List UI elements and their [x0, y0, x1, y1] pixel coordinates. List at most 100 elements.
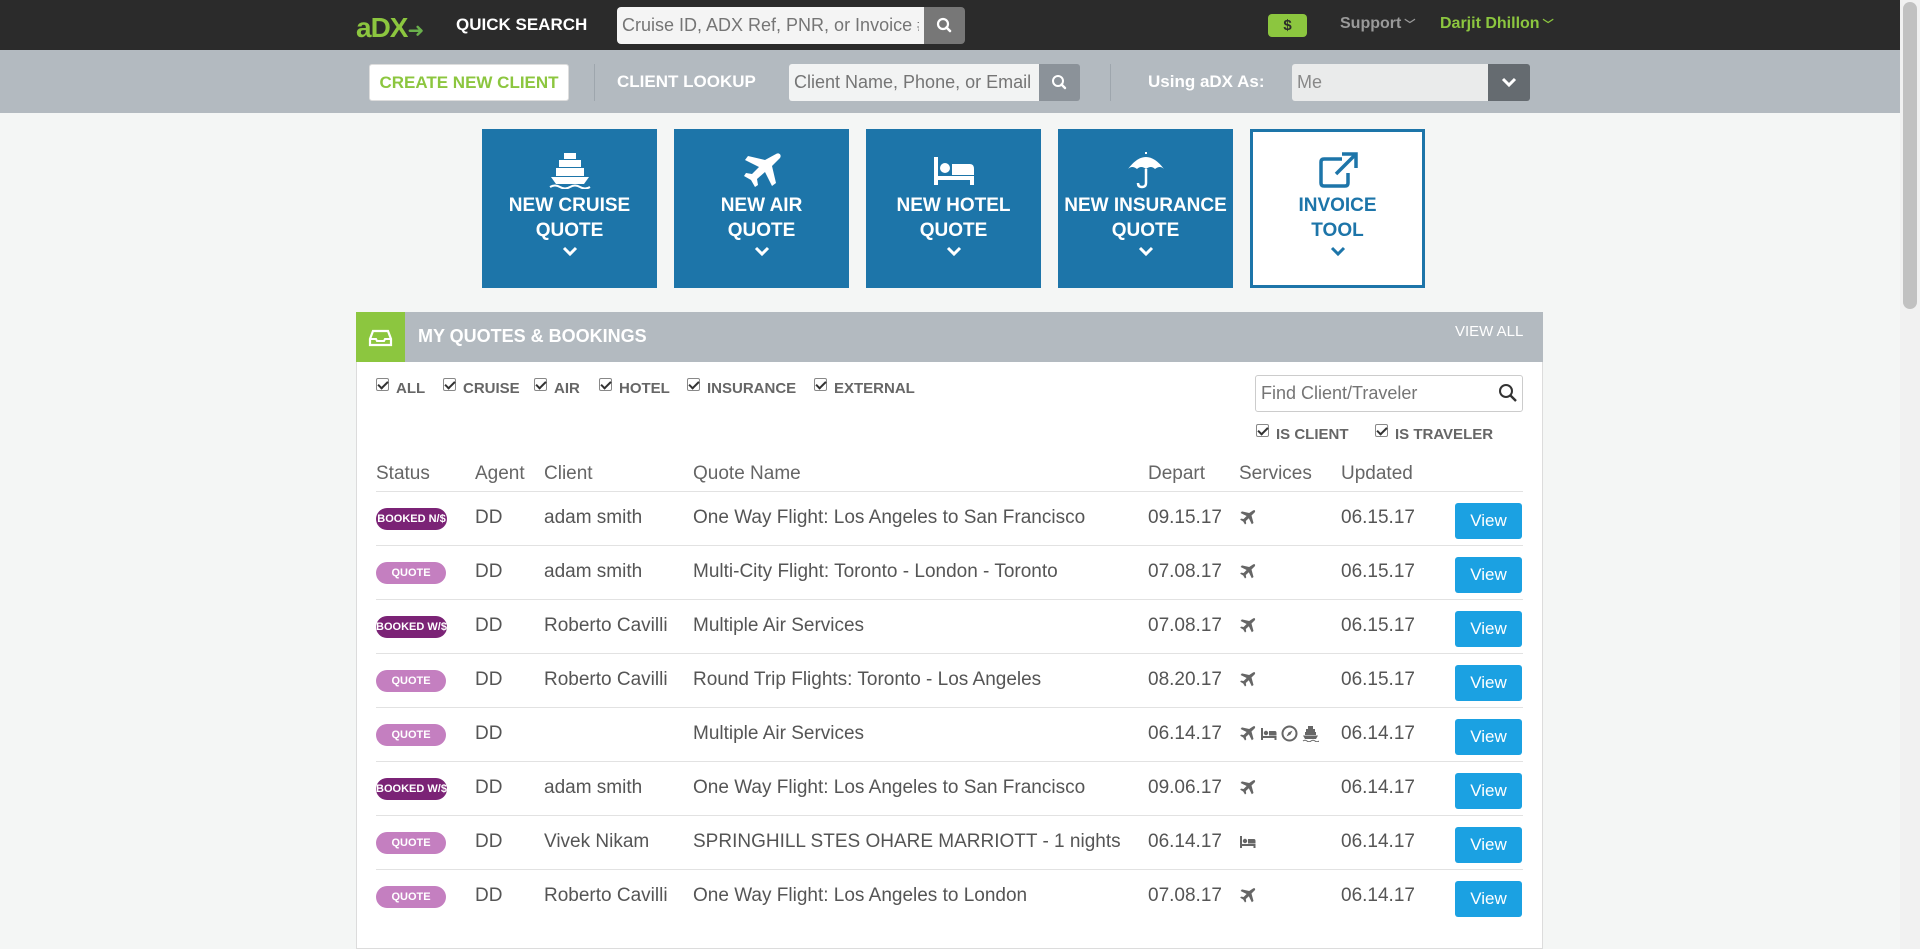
checkbox[interactable] — [443, 378, 456, 391]
adx-logo[interactable]: aDX➜ — [356, 12, 424, 44]
quote-name-cell[interactable]: Multiple Air Services — [693, 615, 864, 637]
plane-icon — [1240, 617, 1256, 632]
logo-a: a — [356, 12, 372, 43]
column-depart[interactable]: Depart — [1148, 463, 1205, 485]
agent-cell: DD — [475, 669, 503, 690]
column-updated[interactable]: Updated — [1341, 463, 1413, 485]
updated-cell: 06.15.17 — [1341, 561, 1415, 582]
new-air-quote-tile[interactable]: NEW AIR QUOTE — [674, 129, 849, 288]
quote-name-cell[interactable]: Round Trip Flights: Toronto - Los Angele… — [693, 669, 1041, 691]
filter-is-traveler[interactable]: IS TRAVELER — [1375, 424, 1494, 443]
updated-cell: 06.14.17 — [1341, 831, 1415, 852]
chevron-down-icon — [1138, 246, 1153, 257]
view-button[interactable]: View — [1455, 881, 1522, 917]
create-new-client-button[interactable]: CREATE NEW CLIENT — [369, 64, 569, 101]
row-divider — [376, 815, 1523, 816]
chevron-down-icon: ﹀ — [1542, 19, 1554, 31]
new-cruise-quote-tile[interactable]: NEW CRUISE QUOTE — [482, 129, 657, 288]
depart-cell: 09.06.17 — [1148, 777, 1222, 798]
agent-cell: DD — [475, 831, 503, 852]
services-cell — [1239, 886, 1256, 904]
quote-name-cell[interactable]: Multi-City Flight: Toronto - London - To… — [693, 561, 1058, 583]
quick-search-input[interactable] — [617, 7, 924, 44]
filter-hotel[interactable]: HOTEL — [599, 378, 670, 397]
quote-name-cell[interactable]: One Way Flight: Los Angeles to San Franc… — [693, 777, 1085, 799]
depart-cell: 07.08.17 — [1148, 885, 1222, 906]
column-client[interactable]: Client — [544, 463, 593, 485]
checkbox[interactable] — [599, 378, 612, 391]
status-badge: QUOTE — [376, 670, 446, 692]
view-button[interactable]: View — [1455, 665, 1522, 701]
quote-name-cell[interactable]: Multiple Air Services — [693, 723, 864, 745]
updated-cell: 06.15.17 — [1341, 669, 1415, 690]
using-adx-as-select[interactable]: Me — [1292, 64, 1488, 101]
column-quote-name[interactable]: Quote Name — [693, 463, 801, 485]
umbrella-icon — [1127, 152, 1164, 189]
plane-icon — [1240, 725, 1256, 740]
view-button[interactable]: View — [1455, 557, 1522, 593]
client-cell[interactable]: adam smith — [544, 777, 642, 799]
client-cell[interactable]: adam smith — [544, 507, 642, 529]
view-button[interactable]: View — [1455, 719, 1522, 755]
quote-name-cell[interactable]: One Way Flight: Los Angeles to London — [693, 885, 1027, 907]
services-cell — [1239, 562, 1256, 580]
status-badge: QUOTE — [376, 886, 446, 908]
client-cell[interactable]: Roberto Cavilli — [544, 615, 668, 637]
bed-icon — [1240, 835, 1256, 848]
support-menu[interactable]: Support ﹀ — [1340, 15, 1415, 33]
row-divider — [376, 761, 1523, 762]
row-divider — [376, 707, 1523, 708]
checkbox[interactable] — [814, 378, 827, 391]
client-cell[interactable]: Vivek Nikam — [544, 831, 649, 853]
services-cell — [1239, 832, 1256, 850]
panel-icon-box — [356, 312, 405, 362]
view-button[interactable]: View — [1455, 827, 1522, 863]
filter-air[interactable]: AIR — [534, 378, 580, 397]
checkbox[interactable] — [1256, 424, 1269, 437]
user-menu[interactable]: Darjit Dhillon ﹀ — [1440, 15, 1554, 33]
filter-is-client[interactable]: IS CLIENT — [1256, 424, 1349, 443]
agent-cell: DD — [475, 885, 503, 906]
invoice-tool-tile[interactable]: INVOICE TOOL — [1250, 129, 1425, 288]
commission-button[interactable]: $ — [1268, 14, 1307, 37]
search-icon[interactable] — [1498, 383, 1518, 403]
client-cell[interactable]: adam smith — [544, 561, 642, 583]
scrollbar-thumb[interactable] — [1903, 2, 1917, 309]
checkbox[interactable] — [534, 378, 547, 391]
client-lookup-label: CLIENT LOOKUP — [617, 72, 756, 91]
filter-insurance[interactable]: INSURANCE — [687, 378, 796, 397]
find-client-traveler-input[interactable] — [1255, 375, 1523, 412]
support-label: Support — [1340, 15, 1402, 32]
plane-icon — [743, 153, 781, 187]
search-icon — [1052, 75, 1067, 90]
filter-external[interactable]: EXTERNAL — [814, 378, 915, 397]
view-all-link[interactable]: VIEW ALL — [1455, 323, 1523, 340]
filter-label: IS TRAVELER — [1395, 426, 1494, 443]
status-badge: QUOTE — [376, 832, 446, 854]
client-cell[interactable]: Roberto Cavilli — [544, 885, 668, 907]
column-status[interactable]: Status — [376, 463, 430, 485]
checkbox[interactable] — [687, 378, 700, 391]
row-divider — [376, 869, 1523, 870]
filter-all[interactable]: ALL — [376, 378, 425, 397]
row-divider — [376, 545, 1523, 546]
view-button[interactable]: View — [1455, 503, 1522, 539]
quick-search-label: QUICK SEARCH — [456, 15, 588, 34]
using-adx-as-dropdown-button[interactable] — [1488, 64, 1530, 101]
checkbox[interactable] — [376, 378, 389, 391]
quote-name-cell[interactable]: One Way Flight: Los Angeles to San Franc… — [693, 507, 1085, 529]
quote-name-cell[interactable]: SPRINGHILL STES OHARE MARRIOTT - 1 night… — [693, 831, 1121, 853]
checkbox[interactable] — [1375, 424, 1388, 437]
view-button[interactable]: View — [1455, 611, 1522, 647]
new-hotel-quote-tile[interactable]: NEW HOTEL QUOTE — [866, 129, 1041, 288]
quick-search-button[interactable] — [924, 7, 965, 44]
filter-label: CRUISE — [463, 380, 520, 397]
new-insurance-quote-tile[interactable]: NEW INSURANCE QUOTE — [1058, 129, 1233, 288]
client-lookup-button[interactable] — [1039, 64, 1080, 101]
column-agent[interactable]: Agent — [475, 463, 525, 485]
client-lookup-input[interactable] — [789, 64, 1039, 101]
view-button[interactable]: View — [1455, 773, 1522, 809]
filter-cruise[interactable]: CRUISE — [443, 378, 520, 397]
plane-icon — [1240, 671, 1256, 686]
client-cell[interactable]: Roberto Cavilli — [544, 669, 668, 691]
